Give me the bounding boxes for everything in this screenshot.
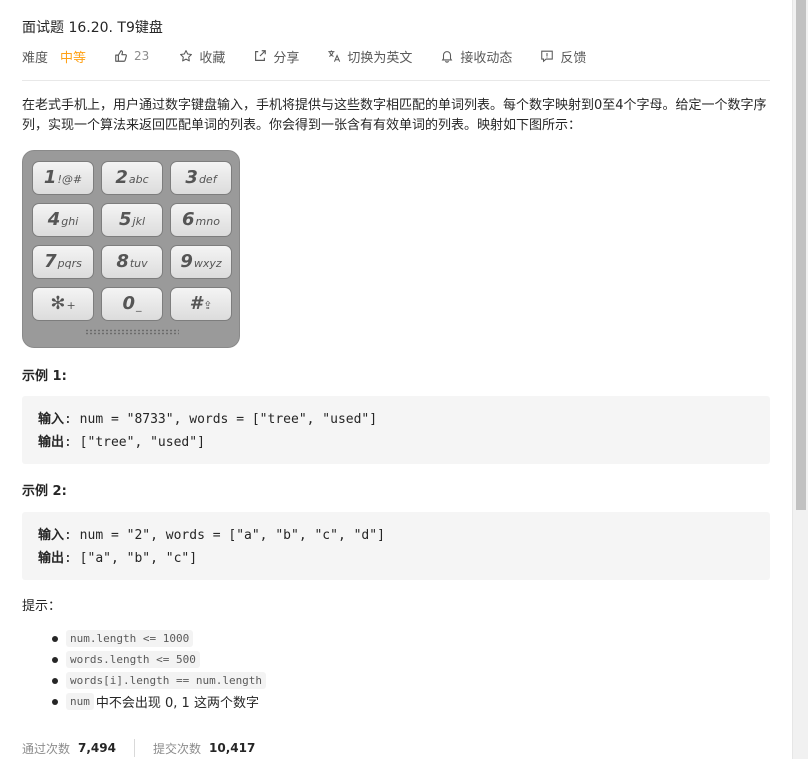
scrollbar-thumb[interactable]: [796, 0, 806, 510]
hint-code: num: [66, 693, 94, 710]
submissions-count: 10,417: [209, 741, 256, 755]
keypad-key-7: 7 pqrs: [32, 245, 94, 279]
example-1-output-line: 输出: ["tree", "used"]: [38, 431, 754, 454]
keypad-key-hash: # ⇪: [170, 287, 232, 321]
feedback-icon: [540, 49, 554, 63]
example-1-input-line: 输入: num = "8733", words = ["tree", "used…: [38, 408, 754, 431]
example-2-input: : num = "2", words = ["a", "b", "c", "d"…: [64, 528, 385, 543]
divider: [22, 80, 770, 81]
share-icon: [253, 49, 267, 63]
example-2-block: 输入: num = "2", words = ["a", "b", "c", "…: [22, 512, 770, 580]
hint-item: num.length <= 1000: [22, 628, 268, 649]
keypad-key-1: 1 !@#: [32, 161, 94, 195]
example-1-title: 示例 1:: [22, 369, 67, 384]
difficulty-badge: 中等: [60, 50, 87, 66]
keypad-key-5: 5 jkl: [101, 203, 163, 237]
hint-code: num.length <= 1000: [66, 630, 194, 647]
hints-list: num.length <= 1000 words.length <= 500 w…: [22, 628, 268, 712]
accepted-count: 7,494: [78, 741, 116, 755]
submission-stats: 通过次数 7,494 提交次数 10,417: [22, 739, 255, 757]
t9-keypad-image: 1 !@# 2 abc 3 def 4 ghi 5 jkl 6 mno 7 pqrs 8 tuv…: [22, 150, 240, 348]
bell-icon: [440, 49, 454, 63]
accepted-label: 通过次数: [22, 741, 71, 756]
submissions-label: 提交次数: [152, 741, 201, 756]
example-1-input: : num = "8733", words = ["tree", "used"]: [64, 412, 378, 427]
favorite-button[interactable]: 收藏: [179, 47, 225, 66]
notify-button[interactable]: 接收动态: [440, 47, 512, 66]
example-2-output-line: 输出: ["a", "b", "c"]: [38, 547, 754, 570]
keypad-speaker-grille: [85, 329, 179, 335]
input-label: 输入: [38, 528, 65, 543]
switch-language-button[interactable]: 切换为英文: [327, 47, 412, 66]
difficulty-label: 难度: [22, 50, 49, 66]
hints-title: 提示：: [22, 599, 62, 614]
keypad-key-4: 4 ghi: [32, 203, 94, 237]
problem-title: 面试题 16.20. T9键盘: [22, 20, 163, 36]
difficulty: 难度 中等: [22, 47, 86, 66]
like-button[interactable]: 23: [114, 49, 149, 63]
keypad-key-3: 3 def: [170, 161, 232, 195]
example-1-output: : ["tree", "used"]: [64, 435, 205, 450]
favorite-label: 收藏: [199, 50, 226, 66]
share-label: 分享: [273, 50, 300, 66]
output-label: 输出: [38, 435, 65, 450]
switch-language-label: 切换为英文: [347, 50, 413, 66]
stats-divider: [133, 739, 135, 757]
feedback-button[interactable]: 反馈: [540, 47, 586, 66]
hint-item: words.length <= 500: [22, 649, 268, 670]
problem-meta-bar: 难度 中等 23 收藏 分享 切换为英文 接收动态 反馈: [22, 47, 586, 66]
like-count: 23: [134, 49, 150, 63]
example-2-title: 示例 2:: [22, 484, 67, 499]
hint-item: words[i].length == num.length: [22, 670, 268, 691]
keypad-key-9: 9 wxyz: [170, 245, 232, 279]
keypad-key-star: ✻ +: [32, 287, 94, 321]
example-2-input-line: 输入: num = "2", words = ["a", "b", "c", "…: [38, 524, 754, 547]
keypad-key-2: 2 abc: [101, 161, 163, 195]
keypad-key-0: 0 _: [101, 287, 163, 321]
vertical-scrollbar[interactable]: [792, 0, 808, 759]
hint-item: num 中不会出现 0, 1 这两个数字: [22, 691, 268, 712]
star-icon: [179, 49, 193, 63]
hint-text: 中不会出现 0, 1 这两个数字: [95, 696, 259, 711]
example-1-block: 输入: num = "8733", words = ["tree", "used…: [22, 396, 770, 464]
hint-code: words[i].length == num.length: [66, 672, 267, 689]
keypad-key-6: 6 mno: [170, 203, 232, 237]
output-label: 输出: [38, 551, 65, 566]
share-button[interactable]: 分享: [253, 47, 299, 66]
notify-label: 接收动态: [460, 50, 513, 66]
translate-icon: [327, 49, 341, 63]
hint-code: words.length <= 500: [66, 651, 200, 668]
example-2-output: : ["a", "b", "c"]: [64, 551, 198, 566]
feedback-label: 反馈: [560, 50, 587, 66]
thumbs-up-icon: [114, 49, 128, 63]
keypad-key-8: 8 tuv: [101, 245, 163, 279]
input-label: 输入: [38, 412, 65, 427]
problem-description: 在老式手机上，用户通过数字键盘输入，手机将提供与这些数字相匹配的单词列表。每个数…: [22, 98, 767, 133]
